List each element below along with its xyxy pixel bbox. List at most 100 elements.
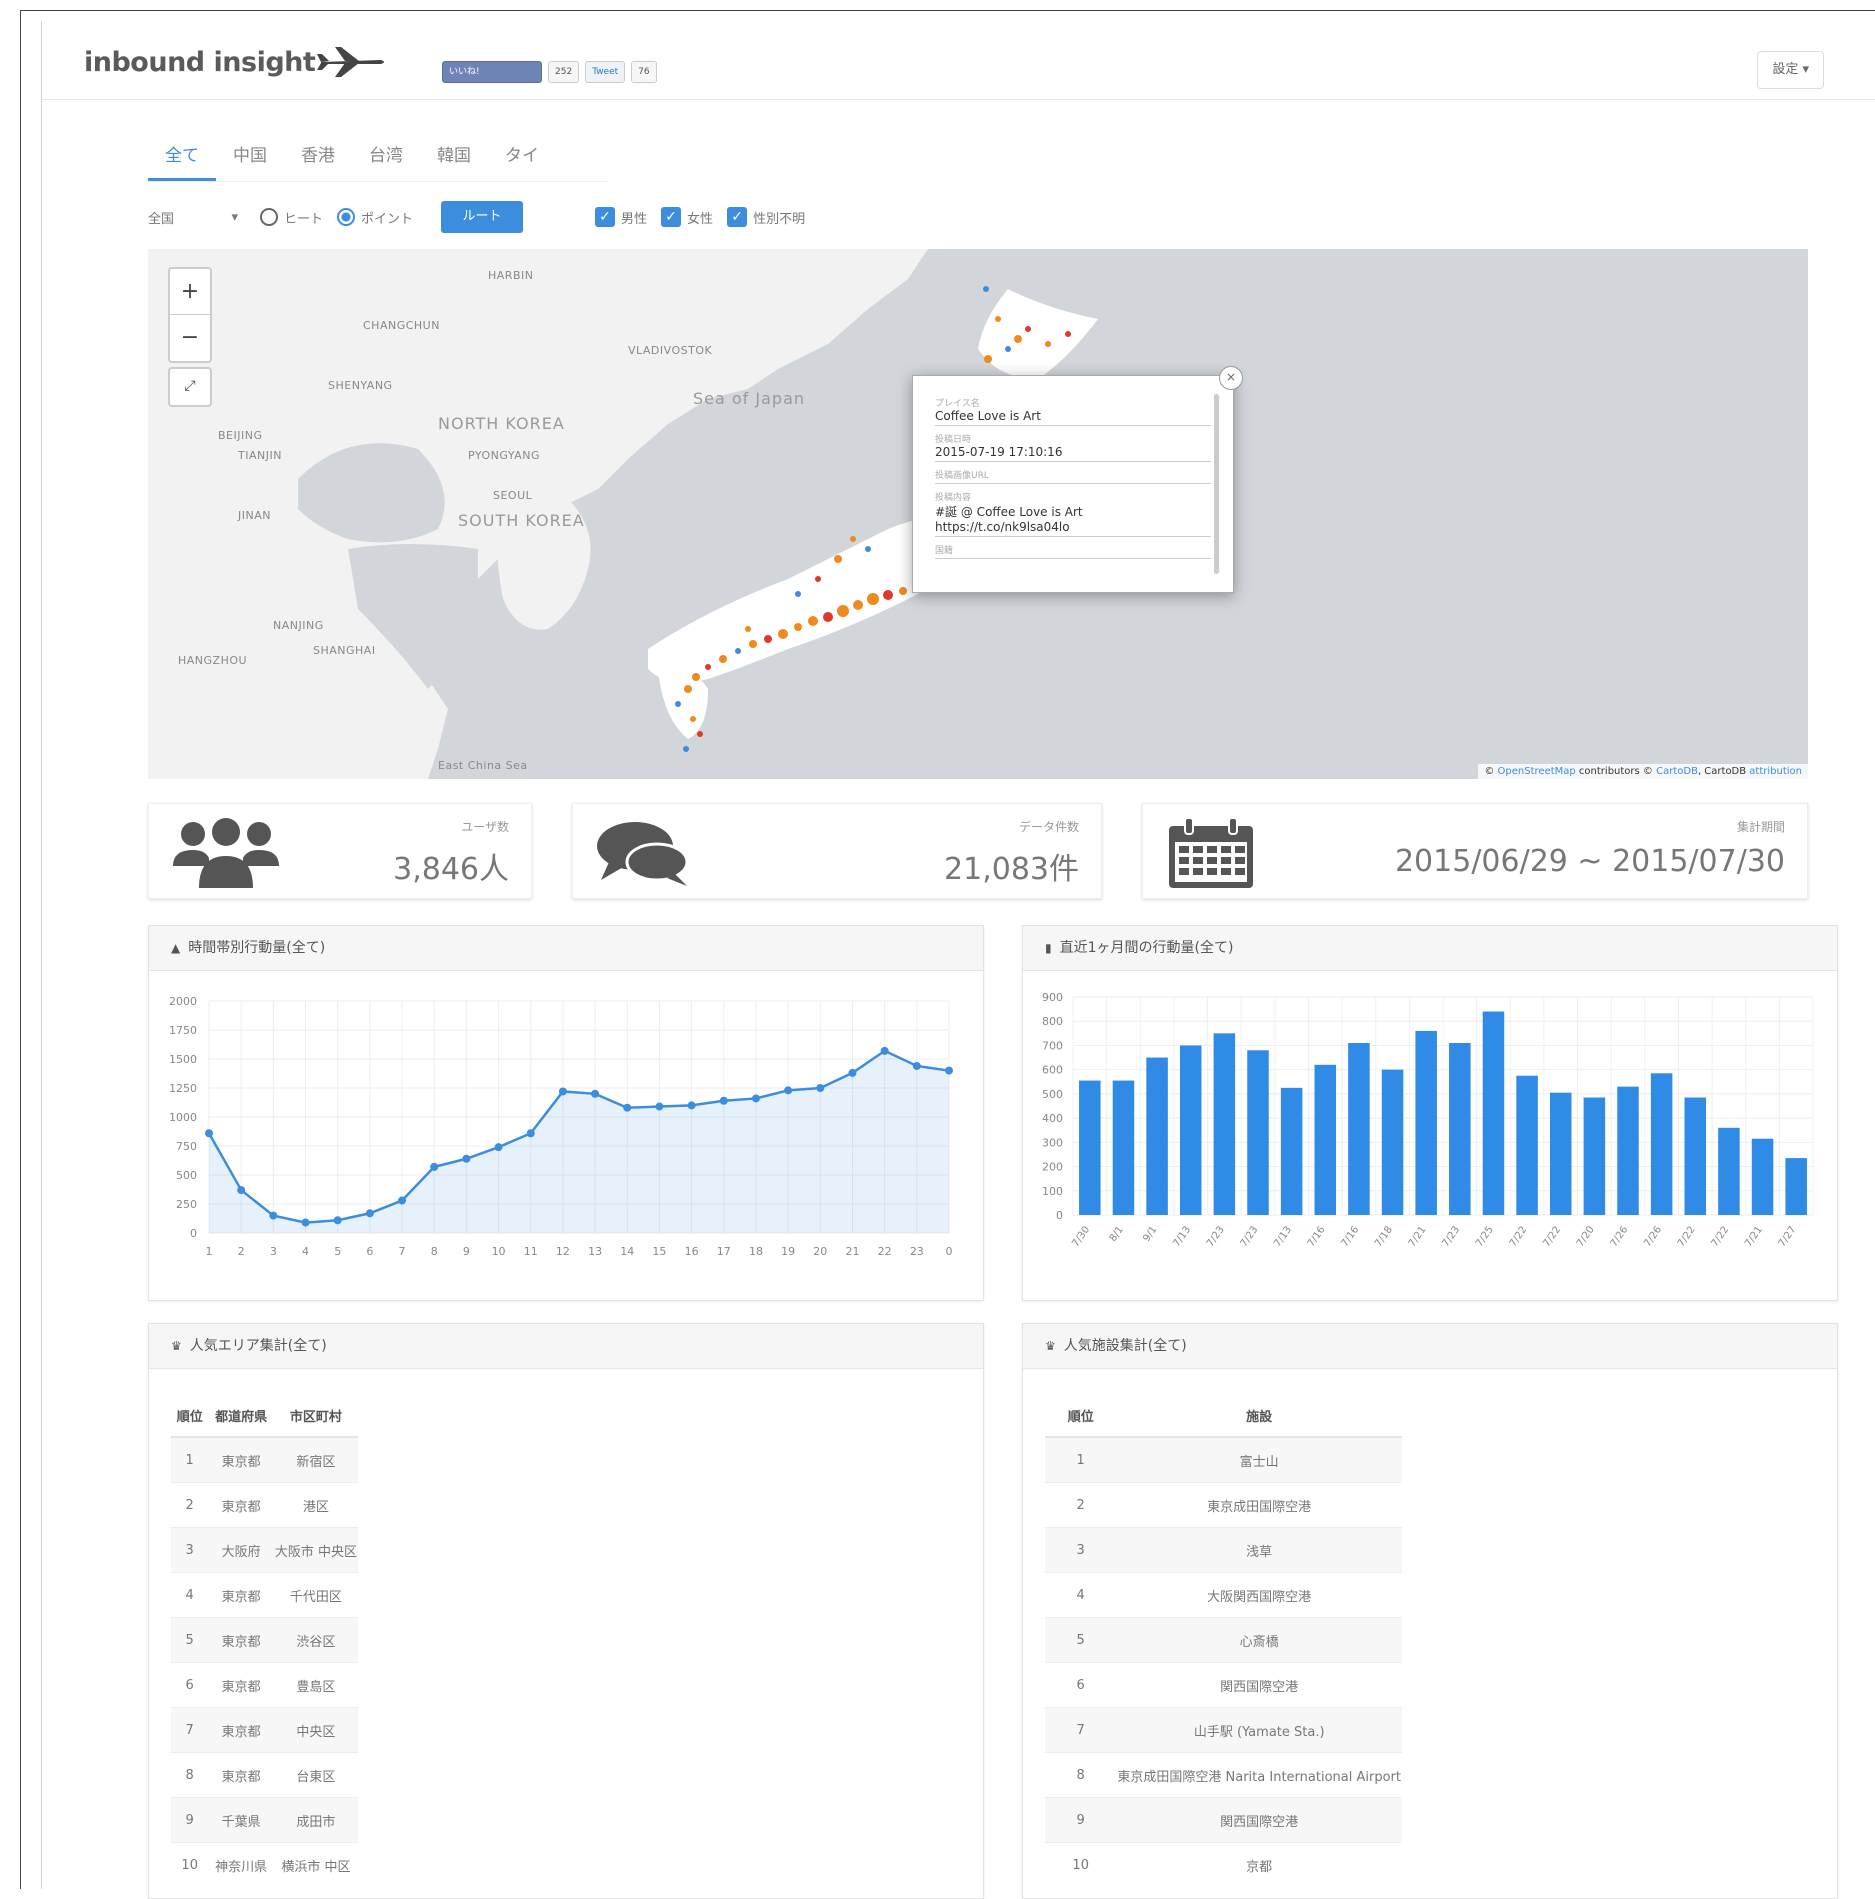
tab-thailand[interactable]: タイ — [488, 135, 556, 181]
table-row[interactable]: 4 大阪関西国際空港 — [1045, 1572, 1402, 1618]
data-point — [462, 1154, 471, 1163]
bar — [1348, 1043, 1370, 1215]
table-row[interactable]: 2 東京都 港区 — [171, 1482, 358, 1528]
tab-all[interactable]: 全て — [148, 135, 216, 181]
x-tick-label: 7/23 — [1205, 1224, 1227, 1249]
table-row[interactable]: 7 山手駅 (Yamate Sta.) — [1045, 1707, 1402, 1753]
region-select[interactable]: 全国 ▾ — [148, 204, 246, 230]
table-row[interactable]: 9 千葉県 成田市 — [171, 1797, 358, 1843]
daily-bar-chart: 0 100 200 300 400 500 600 700 800 900 7/30 8/1 9/1 7/… — [1042, 991, 1814, 1249]
x-tick-label: 7/30 — [1070, 1224, 1092, 1249]
chevron-down-icon: ▾ — [231, 209, 238, 225]
checkbox-unknown-box[interactable]: ✓ — [727, 207, 748, 227]
table-row[interactable]: 3 浅草 — [1045, 1527, 1402, 1573]
table-cell: 京都 — [1116, 1842, 1402, 1887]
tab-china[interactable]: 中国 — [216, 135, 284, 181]
checkbox-female-box[interactable]: ✓ — [661, 207, 682, 227]
checkbox-male-label: 男性 — [621, 211, 648, 227]
table-row[interactable]: 8 東京都 台東区 — [171, 1752, 358, 1798]
stat-users: ユーザ数 3,846人 — [148, 803, 532, 899]
logo[interactable]: inbound insight — [84, 45, 387, 79]
x-tick-label: 7/16 — [1339, 1224, 1361, 1249]
radio-heat-circle[interactable] — [260, 208, 278, 226]
daily-chart-title: 直近1ヶ月間の行動量(全て) — [1059, 940, 1234, 956]
radio-heat[interactable]: ヒート — [260, 208, 323, 227]
attribution-link[interactable]: attribution — [1749, 766, 1802, 777]
data-point — [398, 1196, 407, 1205]
table-row[interactable]: 7 東京都 中央区 — [171, 1707, 358, 1753]
place-table-body: 1 富士山 2 東京成田国際空港 3 浅草 4 大阪関西国際空港 5 心斎橋 6 関西国際空港 7 山手駅… — [1045, 1436, 1402, 1887]
tweet-button[interactable]: Tweet — [585, 61, 626, 83]
checkbox-unknown[interactable]: ✓ 性別不明 — [727, 207, 805, 227]
column-header[interactable]: 施設 — [1116, 1394, 1402, 1438]
radio-point[interactable]: ポイント — [337, 208, 413, 227]
osm-link[interactable]: OpenStreetMap — [1498, 766, 1576, 777]
y-tick-label: 0 — [190, 1227, 197, 1240]
tab-korea[interactable]: 韓国 — [420, 135, 488, 181]
column-header[interactable]: 都道府県 — [208, 1394, 274, 1438]
checkbox-female[interactable]: ✓ 女性 — [661, 207, 713, 227]
region-select-value: 全国 — [148, 211, 175, 227]
table-cell: 浅草 — [1116, 1527, 1402, 1573]
bar — [1280, 1087, 1303, 1215]
table-cell: 8 — [1045, 1752, 1117, 1798]
y-tick-label: 1250 — [169, 1082, 197, 1095]
table-row[interactable]: 3 大阪府 大阪市 中央区 — [171, 1527, 358, 1573]
table-cell: 4 — [171, 1572, 209, 1618]
table-row[interactable]: 10 神奈川県 横浜市 中区 — [171, 1842, 358, 1887]
table-row[interactable]: 4 東京都 千代田区 — [171, 1572, 358, 1618]
table-cell: 5 — [171, 1617, 209, 1663]
tab-taiwan[interactable]: 台湾 — [352, 135, 420, 181]
facebook-like-button[interactable]: いいね! — [442, 61, 542, 83]
x-tick-label: 9 — [463, 1245, 470, 1258]
map-label-shanghai: SHANGHAI — [313, 644, 376, 657]
zoom-in-button[interactable]: + — [170, 269, 210, 315]
table-row[interactable]: 2 東京成田国際空港 — [1045, 1482, 1402, 1528]
table-row[interactable]: 9 関西国際空港 — [1045, 1797, 1402, 1843]
settings-dropdown-button[interactable]: 設定 ▾ — [1757, 51, 1824, 89]
x-tick-label: 7/22 — [1541, 1224, 1563, 1249]
table-row[interactable]: 1 東京都 新宿区 — [171, 1436, 358, 1483]
data-point — [558, 1087, 567, 1096]
table-cell: 大阪市 中央区 — [273, 1527, 358, 1573]
map-controls: 全国 ▾ ヒート ポイント ルート ✓ 男性 ✓ 女性 ✓ 性別不明 — [148, 201, 805, 233]
column-header[interactable]: 市区町村 — [273, 1394, 358, 1438]
popup-close-button[interactable]: × — [1219, 366, 1243, 390]
checkbox-female-label: 女性 — [687, 211, 714, 227]
table-row[interactable]: 1 富士山 — [1045, 1436, 1402, 1483]
zoom-out-button[interactable]: − — [170, 315, 210, 360]
map[interactable]: HARBIN CHANGCHUN SHENYANG VLADIVOSTOK BE… — [148, 249, 1808, 779]
table-cell: 山手駅 (Yamate Sta.) — [1116, 1707, 1402, 1753]
route-button[interactable]: ルート — [441, 201, 524, 233]
x-tick-label: 7/13 — [1272, 1224, 1294, 1249]
cartodb-link[interactable]: CartoDB — [1656, 766, 1698, 777]
table-row[interactable]: 6 関西国際空港 — [1045, 1662, 1402, 1708]
y-tick-label: 1500 — [169, 1053, 197, 1066]
popup-field-value — [935, 481, 1211, 484]
column-header[interactable]: 順位 — [1045, 1394, 1117, 1438]
popup-scrollbar[interactable] — [1214, 394, 1219, 574]
x-tick-label: 0 — [946, 1245, 953, 1258]
table-row[interactable]: 5 心斎橋 — [1045, 1617, 1402, 1663]
table-row[interactable]: 8 東京成田国際空港 Narita International Airport — [1045, 1752, 1402, 1798]
tweet-count: 76 — [631, 61, 657, 83]
map-attribution: © OpenStreetMap contributors © CartoDB, … — [1478, 764, 1808, 779]
column-header[interactable]: 順位 — [171, 1394, 209, 1438]
data-point — [687, 1101, 696, 1110]
table-cell: 神奈川県 — [208, 1842, 274, 1887]
tab-hongkong[interactable]: 香港 — [284, 135, 352, 181]
table-row[interactable]: 10 京都 — [1045, 1842, 1402, 1887]
checkbox-male-box[interactable]: ✓ — [595, 207, 616, 227]
hourly-chart-panel: ▲ 時間帯別行動量(全て) 0 250 500 750 1000 1250 1500 1750 2… — [148, 925, 984, 1301]
table-cell: 港区 — [273, 1482, 358, 1528]
x-tick-label: 7 — [399, 1245, 406, 1258]
bar-chart-icon: ▮ — [1045, 941, 1052, 955]
radio-point-circle[interactable] — [337, 208, 356, 226]
table-row[interactable]: 6 東京都 豊島区 — [171, 1662, 358, 1708]
fullscreen-icon[interactable]: ⤢ — [168, 367, 212, 407]
data-point — [848, 1068, 857, 1077]
place-ranking-table: 順位 施設 1 富士山 2 東京成田国際空港 3 浅草 4 大阪関西国際空港 5 心斎橋 6 関西国際… — [1045, 1394, 1402, 1887]
checkbox-male[interactable]: ✓ 男性 — [595, 207, 647, 227]
y-tick-label: 200 — [1042, 1161, 1063, 1174]
table-row[interactable]: 5 東京都 渋谷区 — [171, 1617, 358, 1663]
